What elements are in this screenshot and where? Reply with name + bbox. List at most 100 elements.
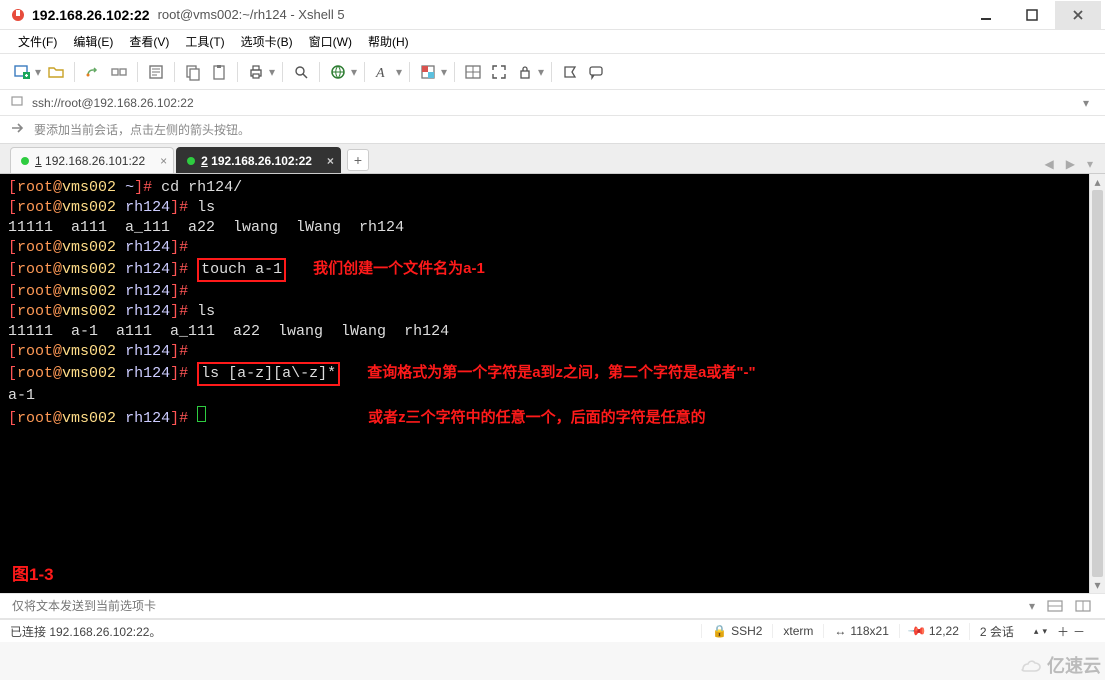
vertical-scrollbar[interactable]: ▴ ▾ bbox=[1089, 174, 1105, 593]
cmd-lsglob-box: ls [a-z][a\-z]* bbox=[197, 362, 340, 386]
send-dropdown[interactable]: ▾ bbox=[1021, 599, 1043, 613]
window-session-title: root@vms002:~/rh124 - Xshell 5 bbox=[158, 7, 345, 22]
reconnect-icon[interactable] bbox=[81, 60, 105, 84]
properties-icon[interactable] bbox=[144, 60, 168, 84]
hint-text: 要添加当前会话，点击左侧的箭头按钮。 bbox=[34, 121, 250, 138]
sessions-plus-icon[interactable]: ＋ bbox=[1057, 623, 1069, 640]
status-sessions: 2 会话 bbox=[969, 623, 1024, 640]
tab-label: 192.168.26.101:22 bbox=[45, 154, 145, 168]
status-size: 118x21 bbox=[850, 624, 888, 638]
title-bar: 192.168.26.102:22 root@vms002:~/rh124 - … bbox=[0, 0, 1105, 30]
menu-bar: 文件(F) 编辑(E) 查看(V) 工具(T) 选项卡(B) 窗口(W) 帮助(… bbox=[0, 30, 1105, 54]
color-dropdown[interactable]: ▾ bbox=[440, 65, 448, 79]
scroll-down-icon[interactable]: ▾ bbox=[1090, 577, 1105, 593]
terminal[interactable]: [root@vms002 ~]# cd rh124/ [root@vms002 … bbox=[0, 174, 1089, 593]
menu-help[interactable]: 帮助(H) bbox=[360, 31, 417, 52]
print-icon[interactable] bbox=[244, 60, 268, 84]
scroll-thumb[interactable] bbox=[1092, 190, 1103, 577]
lock-dropdown[interactable]: ▾ bbox=[537, 65, 545, 79]
sessions-up-icon[interactable]: ▴ bbox=[1034, 627, 1039, 635]
send-input[interactable] bbox=[10, 598, 1021, 614]
open-session-icon[interactable] bbox=[44, 60, 68, 84]
cmd-ls: ls bbox=[197, 303, 215, 320]
scroll-up-icon[interactable]: ▴ bbox=[1090, 174, 1105, 190]
find-icon[interactable] bbox=[289, 60, 313, 84]
toolbar-sep bbox=[409, 62, 410, 82]
menu-edit[interactable]: 编辑(E) bbox=[65, 31, 121, 52]
address-input[interactable] bbox=[30, 95, 1071, 111]
xftp-dropdown[interactable]: ▾ bbox=[350, 65, 358, 79]
add-tab-button[interactable]: + bbox=[347, 149, 369, 171]
minimize-button[interactable] bbox=[963, 1, 1009, 29]
disconnect-icon[interactable] bbox=[107, 60, 131, 84]
menu-tab[interactable]: 选项卡(B) bbox=[233, 31, 301, 52]
tab-list-icon[interactable]: ▾ bbox=[1083, 155, 1097, 173]
layout-icon[interactable] bbox=[461, 60, 485, 84]
lock-icon[interactable] bbox=[513, 60, 537, 84]
tab-close-icon[interactable]: × bbox=[160, 154, 167, 168]
cmd-touch-box: touch a-1 bbox=[197, 258, 286, 282]
send-toggle-icon-2[interactable] bbox=[1071, 597, 1095, 615]
status-dot-icon bbox=[187, 157, 195, 165]
terminal-area: [root@vms002 ~]# cd rh124/ [root@vms002 … bbox=[0, 174, 1105, 593]
toolbar-sep bbox=[551, 62, 552, 82]
resize-icon: ↔ bbox=[834, 624, 846, 638]
toolbar-sep bbox=[174, 62, 175, 82]
watermark: 亿速云 bbox=[1017, 652, 1101, 678]
cmd-ls: ls bbox=[197, 199, 215, 216]
copy-icon[interactable] bbox=[181, 60, 205, 84]
tab-close-icon[interactable]: × bbox=[327, 154, 334, 168]
sessions-minus-icon[interactable]: － bbox=[1073, 623, 1085, 640]
status-connected: 已连接 192.168.26.102:22。 bbox=[10, 623, 161, 640]
xftp-icon[interactable] bbox=[326, 60, 350, 84]
menu-tools[interactable]: 工具(T) bbox=[177, 31, 232, 52]
ls-output-2: 11111 a-1 a111 a_111 a22 lwang lWang rh1… bbox=[8, 322, 1081, 342]
close-button[interactable] bbox=[1055, 1, 1101, 29]
font-dropdown[interactable]: ▾ bbox=[395, 65, 403, 79]
go-icon[interactable] bbox=[558, 60, 582, 84]
address-dropdown[interactable]: ▾ bbox=[1077, 96, 1095, 110]
toolbar-sep bbox=[364, 62, 365, 82]
tab-prev-icon[interactable]: ◀ bbox=[1041, 155, 1058, 173]
menu-file[interactable]: 文件(F) bbox=[10, 31, 65, 52]
toolbar-sep bbox=[237, 62, 238, 82]
scroll-track[interactable] bbox=[1090, 190, 1105, 577]
maximize-button[interactable] bbox=[1009, 1, 1055, 29]
window-ip-title: 192.168.26.102:22 bbox=[32, 7, 150, 23]
menu-view[interactable]: 查看(V) bbox=[121, 31, 177, 52]
toolbar-sep bbox=[319, 62, 320, 82]
send-toggle-icon[interactable] bbox=[1043, 597, 1067, 615]
tab-session-2[interactable]: 2 192.168.26.102:22 × bbox=[176, 147, 341, 173]
tab-session-1[interactable]: 1 192.168.26.101:22 × bbox=[10, 147, 174, 173]
color-scheme-icon[interactable] bbox=[416, 60, 440, 84]
tab-bar: 1 192.168.26.101:22 × 2 192.168.26.102:2… bbox=[0, 144, 1105, 174]
toolbar-sep bbox=[454, 62, 455, 82]
lock-icon: 🔒 bbox=[712, 624, 727, 638]
arrow-right-icon[interactable] bbox=[10, 121, 26, 138]
status-pos: 12,22 bbox=[929, 624, 959, 638]
toolbar-sep bbox=[74, 62, 75, 82]
svg-text:A: A bbox=[375, 66, 385, 81]
tab-next-icon[interactable]: ▶ bbox=[1062, 155, 1079, 173]
cmd-touch: touch a-1 bbox=[201, 261, 282, 278]
chat-icon[interactable] bbox=[584, 60, 608, 84]
address-icon bbox=[10, 94, 24, 111]
ls-output-1: 11111 a111 a_111 a22 lwang lWang rh124 bbox=[8, 218, 1081, 238]
watermark-text: 亿速云 bbox=[1047, 652, 1101, 678]
menu-window[interactable]: 窗口(W) bbox=[301, 31, 360, 52]
tab-label: 192.168.26.102:22 bbox=[211, 154, 312, 168]
new-session-dropdown[interactable]: ▾ bbox=[34, 65, 42, 79]
fullscreen-icon[interactable] bbox=[487, 60, 511, 84]
new-session-icon[interactable] bbox=[10, 60, 34, 84]
tab-index: 1 bbox=[35, 154, 42, 168]
app-icon bbox=[10, 7, 26, 23]
toolbar-sep bbox=[282, 62, 283, 82]
figure-label: 图1-3 bbox=[12, 565, 54, 585]
print-dropdown[interactable]: ▾ bbox=[268, 65, 276, 79]
font-icon[interactable]: A bbox=[371, 60, 395, 84]
status-proto: SSH2 bbox=[731, 624, 762, 638]
annotation-glob-2: 或者z三个字符中的任意一个，后面的字符是任意的 bbox=[368, 409, 706, 426]
paste-icon[interactable] bbox=[207, 60, 231, 84]
pin-icon: 📌 bbox=[907, 621, 927, 641]
cmd-lsglob: ls [a-z][a\-z]* bbox=[201, 365, 336, 382]
